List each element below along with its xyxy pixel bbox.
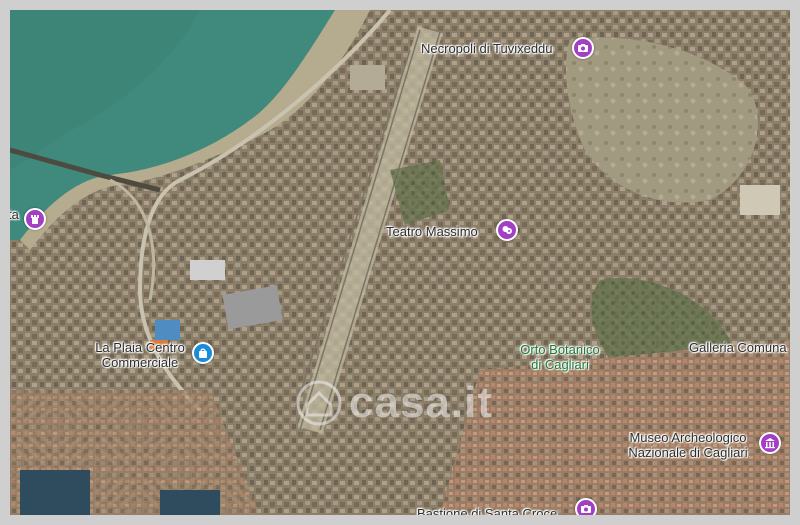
label-orto-line2: di Cagliari bbox=[531, 357, 589, 372]
label-bastione[interactable]: Bastione di Santa Croce bbox=[417, 506, 557, 515]
label-museo[interactable]: Museo Archeologico Nazionale di Cagliari bbox=[618, 430, 758, 460]
teatro-poi[interactable] bbox=[496, 219, 518, 241]
label-orto-line1: Orto Botanico bbox=[520, 342, 600, 357]
watermark-text: casa.it bbox=[349, 378, 493, 427]
label-museo-line1: Museo Archeologico bbox=[629, 430, 747, 445]
camera-icon bbox=[578, 44, 588, 52]
theater-icon bbox=[502, 226, 512, 234]
label-orto[interactable]: Orto Botanico di Cagliari bbox=[505, 342, 615, 372]
label-museo-line2: Nazionale di Cagliari bbox=[628, 445, 748, 460]
label-left-cut: ta bbox=[10, 207, 19, 222]
label-plaia[interactable]: La Plaia Centro Commerciale bbox=[90, 340, 190, 370]
label-plaia-line2: Commerciale bbox=[101, 355, 179, 370]
plaia-poi[interactable] bbox=[192, 342, 214, 364]
tower-icon bbox=[31, 215, 39, 224]
shopping-bag-icon bbox=[199, 348, 207, 358]
label-galleria[interactable]: Galleria Comuna bbox=[689, 340, 787, 355]
left-poi[interactable] bbox=[24, 208, 46, 230]
necropoli-poi[interactable] bbox=[572, 37, 594, 59]
museum-icon bbox=[765, 438, 775, 449]
label-teatro[interactable]: Teatro Massimo bbox=[386, 224, 478, 239]
bastione-poi[interactable] bbox=[575, 498, 597, 515]
camera-icon bbox=[581, 505, 591, 513]
casa-watermark: casa.it bbox=[295, 378, 493, 428]
label-necropoli[interactable]: Necropoli di Tuvixeddu bbox=[421, 41, 553, 56]
label-plaia-line1: La Plaia Centro bbox=[95, 340, 185, 355]
satellite-map[interactable]: casa.it Necropoli di Tuvixeddu ta Teatro… bbox=[10, 10, 790, 515]
map-frame: casa.it Necropoli di Tuvixeddu ta Teatro… bbox=[0, 0, 800, 525]
museo-poi[interactable] bbox=[759, 432, 781, 454]
house-logo-icon bbox=[296, 380, 342, 426]
